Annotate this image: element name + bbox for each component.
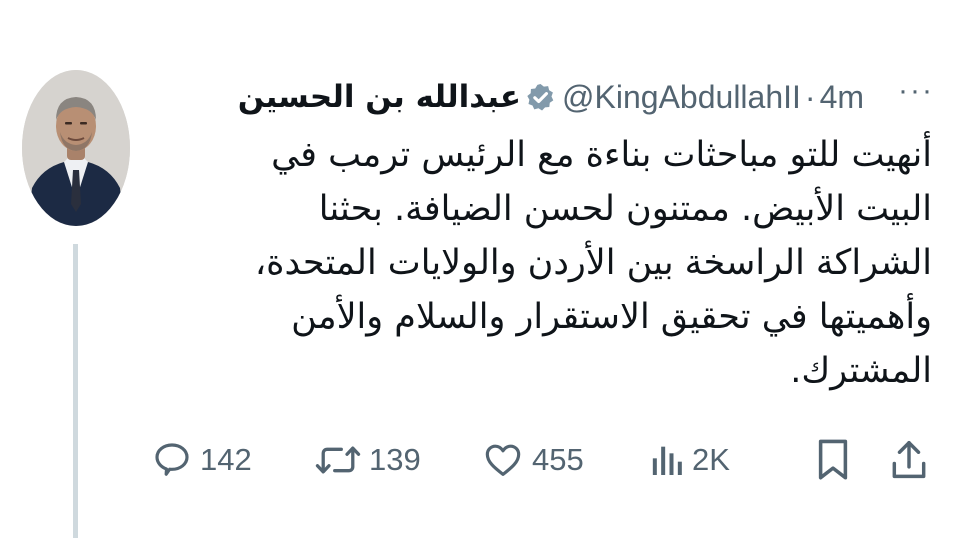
bookmark-button[interactable] — [815, 430, 851, 490]
reply-count: 142 — [200, 442, 252, 477]
separator-dot: · — [804, 78, 816, 115]
avatar-photo — [22, 70, 130, 226]
reply-icon — [155, 443, 189, 476]
repost-count: 139 — [369, 442, 421, 477]
bookmark-icon — [818, 439, 848, 480]
like-count: 455 — [532, 442, 584, 477]
share-button[interactable] — [890, 430, 928, 490]
action-bar: 142 139 455 2K — [150, 430, 936, 490]
tweet: عبدالله بن الحسين @KingAbdullahII · 4m ·… — [0, 0, 956, 538]
more-horizontal-icon[interactable]: ··· — [898, 76, 934, 106]
user-handle[interactable]: @KingAbdullahII — [562, 79, 801, 116]
tweet-text: أنهيت للتو مباحثات بناءة مع الرئيس ترمب … — [254, 135, 932, 391]
reply-button[interactable]: 142 — [152, 430, 252, 490]
repost-icon — [315, 446, 361, 474]
views-chart-icon — [652, 446, 682, 475]
share-icon — [892, 441, 926, 479]
heart-icon — [485, 444, 521, 476]
thread-line — [73, 244, 78, 538]
like-button[interactable]: 455 — [482, 430, 584, 490]
timestamp[interactable]: 4m — [820, 79, 864, 116]
tweet-header: عبدالله بن الحسين @KingAbdullahII · 4m ·… — [238, 68, 934, 126]
repost-button[interactable]: 139 — [315, 430, 421, 490]
display-name[interactable]: عبدالله بن الحسين — [238, 79, 521, 115]
views-button[interactable]: 2K — [650, 430, 730, 490]
avatar[interactable] — [22, 70, 130, 226]
views-count: 2K — [692, 442, 730, 477]
verified-badge-icon — [527, 83, 554, 111]
